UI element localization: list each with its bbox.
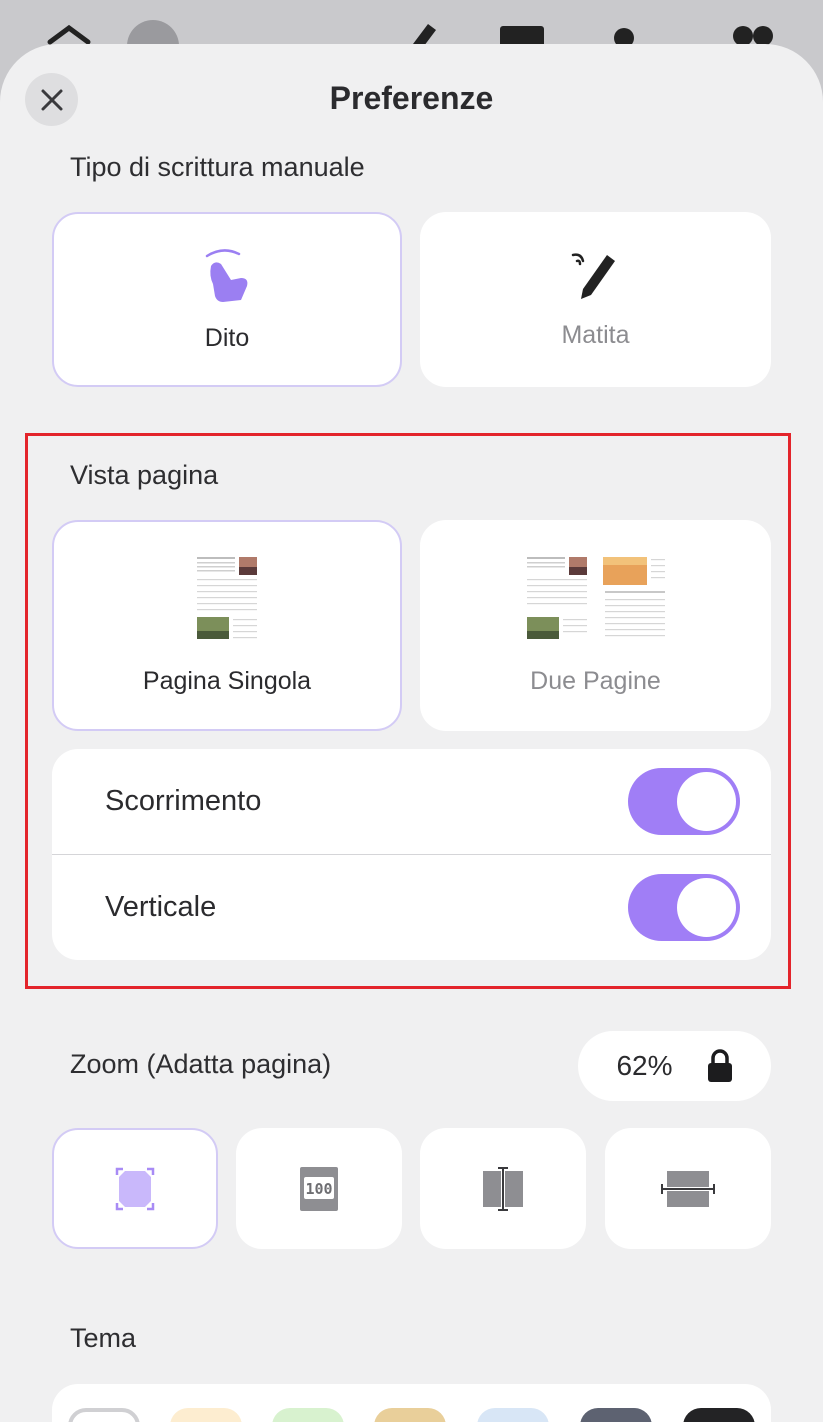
- zoom-mode-fit-page[interactable]: [52, 1128, 218, 1249]
- zoom-mode-fit-height[interactable]: [605, 1128, 771, 1249]
- actual-size-100-icon: 100: [300, 1166, 338, 1211]
- vertical-toggle-label: Verticale: [105, 891, 217, 923]
- handwriting-option-pencil[interactable]: Matita: [420, 212, 771, 387]
- scroll-toggle-row: Scorrimento: [52, 749, 771, 854]
- page-view-option-label: Pagina Singola: [142, 667, 312, 695]
- vertical-toggle-switch[interactable]: [628, 874, 740, 941]
- switch-knob: [677, 878, 736, 937]
- zoom-value: 62%: [616, 1050, 673, 1081]
- sheet-title: Preferenze: [329, 80, 494, 116]
- fit-height-icon: [661, 1170, 715, 1207]
- preferences-sheet: Preferenze Tipo di scrittura manuale Dit…: [0, 44, 823, 1422]
- zoom-mode-actual-size[interactable]: 100: [236, 1128, 402, 1249]
- handwriting-option-label: Matita: [561, 321, 630, 349]
- theme-swatch-sepia[interactable]: [374, 1408, 446, 1422]
- scroll-toggle-label: Scorrimento: [105, 785, 262, 817]
- theme-swatch-green[interactable]: [272, 1408, 344, 1422]
- theme-swatch-blue[interactable]: [477, 1408, 549, 1422]
- pencil-icon: [571, 253, 615, 299]
- theme-swatches: [52, 1384, 771, 1422]
- single-page-preview: [195, 555, 259, 641]
- theme-section-label: Tema: [70, 1323, 137, 1353]
- theme-swatch-white[interactable]: [68, 1408, 140, 1422]
- zoom-mode-fit-width[interactable]: [420, 1128, 586, 1249]
- svg-text:100: 100: [305, 1180, 332, 1198]
- page-view-section-label: Vista pagina: [70, 460, 219, 490]
- page-view-option-label: Due Pagine: [530, 667, 661, 695]
- handwriting-option-finger[interactable]: Dito: [52, 212, 402, 387]
- two-page-preview: [524, 555, 667, 641]
- vertical-toggle-row: Verticale: [52, 855, 771, 960]
- page-view-option-single[interactable]: Pagina Singola: [52, 520, 402, 731]
- handwriting-option-label: Dito: [204, 324, 250, 352]
- fit-page-icon: [115, 1167, 155, 1210]
- zoom-section-label: Zoom (Adatta pagina): [70, 1049, 332, 1079]
- finger-touch-icon: [205, 249, 248, 302]
- theme-swatch-cream[interactable]: [170, 1408, 242, 1422]
- theme-swatch-slate[interactable]: [580, 1408, 652, 1422]
- handwriting-section-label: Tipo di scrittura manuale: [70, 152, 365, 182]
- scroll-toggle-switch[interactable]: [628, 768, 740, 835]
- lock-icon: [707, 1049, 732, 1082]
- page-view-toggles: Scorrimento Verticale: [52, 749, 771, 960]
- page-view-option-double[interactable]: Due Pagine: [420, 520, 771, 731]
- fit-width-icon: [483, 1166, 523, 1211]
- zoom-value-control[interactable]: 62%: [578, 1031, 771, 1101]
- switch-knob: [677, 772, 736, 831]
- theme-swatch-black[interactable]: [683, 1408, 755, 1422]
